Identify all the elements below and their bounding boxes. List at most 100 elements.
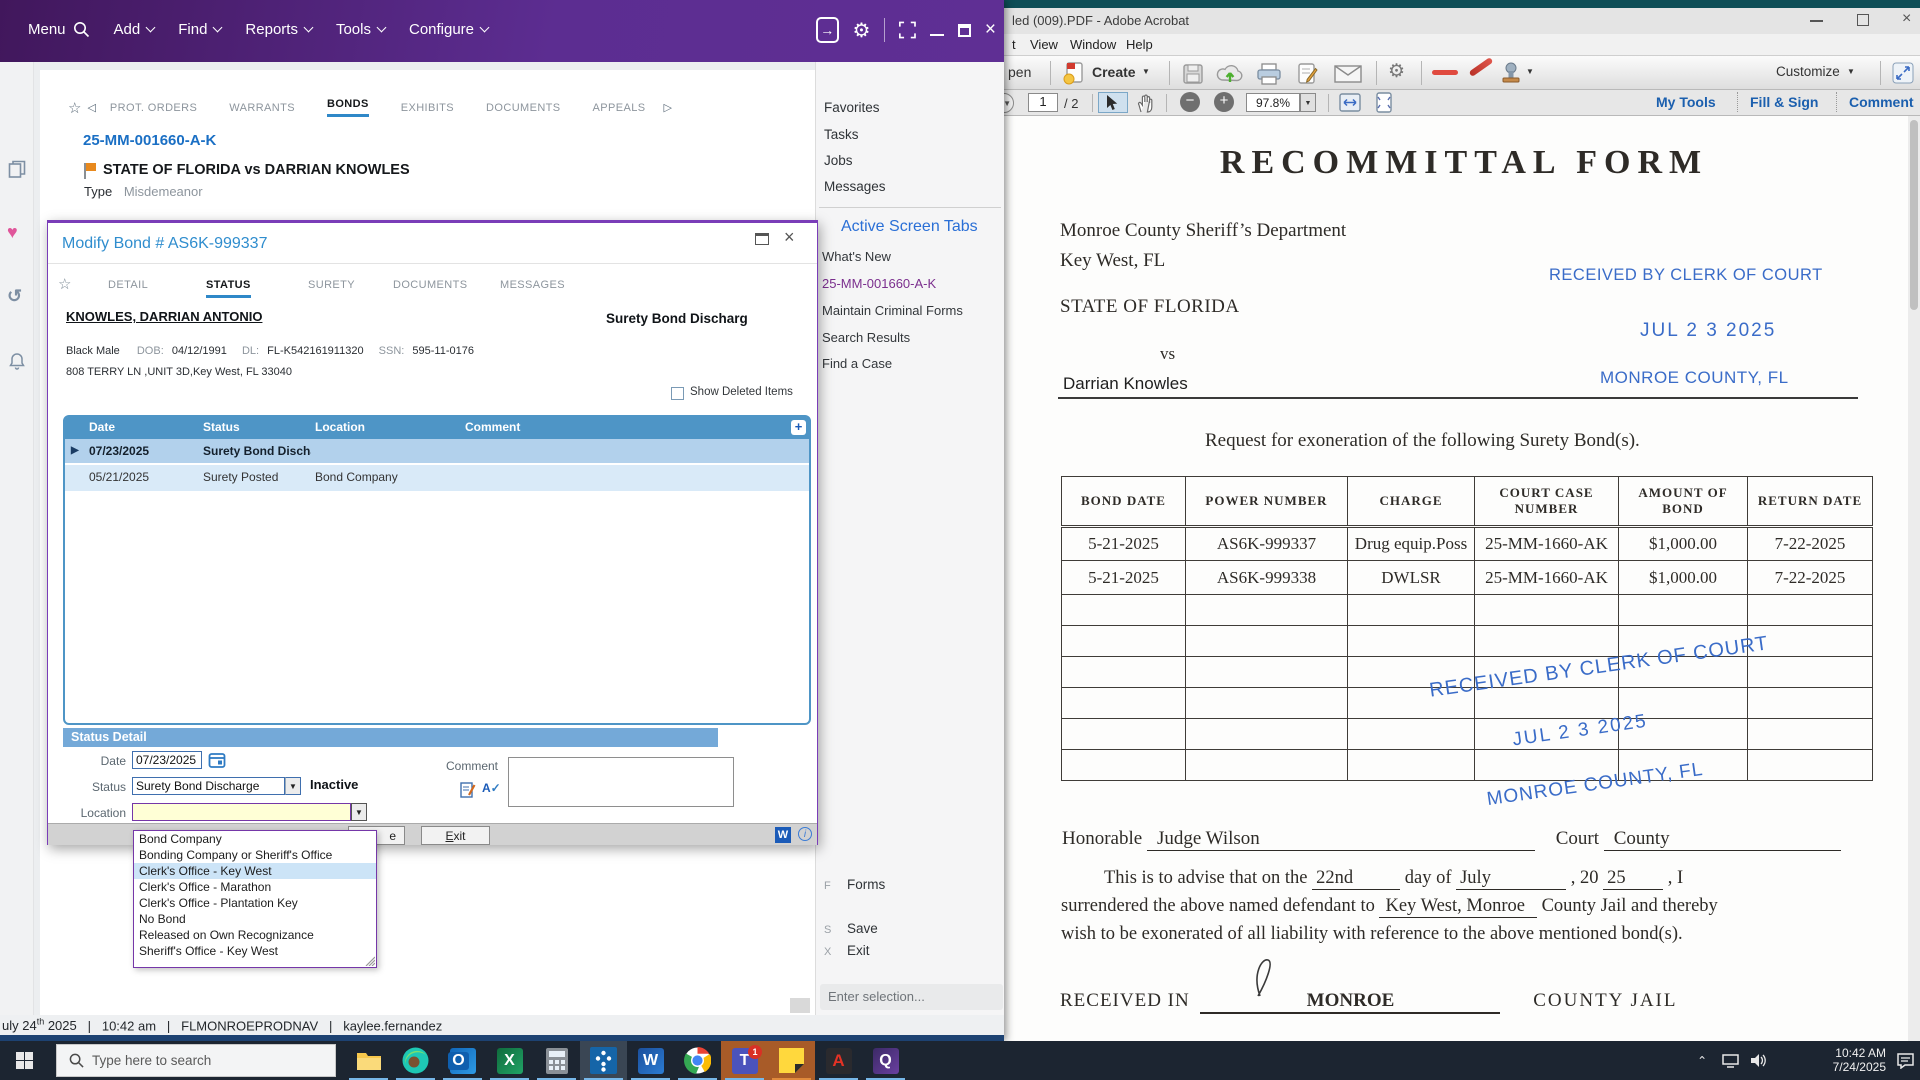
panel-my-tools[interactable]: My Tools	[1656, 94, 1716, 110]
dialog-tab-surety[interactable]: SURETY	[308, 279, 355, 291]
minimize-icon[interactable]	[1810, 20, 1823, 22]
email-icon[interactable]	[1334, 65, 1362, 83]
col-comment[interactable]: Comment	[465, 420, 520, 434]
menu-window[interactable]: Window	[1070, 37, 1116, 52]
save-icon[interactable]	[1182, 63, 1204, 85]
expand-icon[interactable]	[1892, 62, 1914, 84]
show-deleted-checkbox[interactable]	[671, 387, 684, 400]
close-icon[interactable]: ×	[1902, 10, 1911, 28]
dialog-tab-messages[interactable]: MESSAGES	[500, 279, 565, 291]
favorite-star-icon[interactable]: ☆	[68, 99, 81, 117]
stamp-icon[interactable]	[1500, 62, 1522, 86]
pencil-icon[interactable]	[1469, 57, 1494, 77]
panel-fill-sign[interactable]: Fill & Sign	[1750, 94, 1818, 110]
tab-warrants[interactable]: WARRANTS	[229, 102, 295, 114]
tab-prot-orders[interactable]: PROT. ORDERS	[110, 102, 197, 114]
menu-reports[interactable]: Reports	[245, 21, 312, 38]
table-row[interactable]: ▶ 07/23/2025 Surety Bond Discha	[65, 439, 809, 465]
dropdown-option[interactable]: Bonding Company or Sheriff's Office	[134, 847, 376, 863]
edit-note-icon[interactable]	[460, 781, 476, 799]
taskbar-case-app-active[interactable]	[580, 1041, 627, 1080]
exit-button[interactable]: Exit	[421, 826, 490, 845]
menu-add[interactable]: Add	[114, 21, 155, 38]
customize-button[interactable]: Customize	[1776, 64, 1840, 79]
calendar-icon[interactable]	[208, 751, 226, 769]
taskbar-file-explorer[interactable]	[345, 1041, 392, 1080]
heart-icon[interactable]: ♥	[7, 222, 18, 243]
screen-tab-maintain-criminal-forms[interactable]: Maintain Criminal Forms	[822, 303, 963, 318]
action-forms[interactable]: Forms	[847, 877, 885, 892]
dialog-restore-icon[interactable]	[755, 233, 769, 245]
select-tool[interactable]	[1098, 92, 1128, 113]
zoom-dropdown-icon[interactable]: ▼	[1300, 93, 1316, 112]
dropdown-option[interactable]: No Bond	[134, 911, 376, 927]
dialog-tab-detail[interactable]: DETAIL	[108, 279, 148, 291]
panel-comment[interactable]: Comment	[1849, 94, 1914, 110]
bell-icon[interactable]	[8, 352, 26, 370]
resize-grip-icon[interactable]	[363, 954, 375, 966]
col-status[interactable]: Status	[203, 420, 240, 434]
zoom-level-input[interactable]: 97.8%	[1246, 93, 1300, 112]
open-new-window-icon[interactable]: →	[816, 17, 839, 43]
tab-bonds[interactable]: BONDS	[327, 98, 369, 117]
case-number-link[interactable]: 25-MM-001660-A-K	[83, 132, 216, 149]
tray-volume-icon[interactable]	[1750, 1053, 1767, 1068]
screen-tab-search-results[interactable]: Search Results	[822, 330, 910, 345]
dropdown-option[interactable]: Clerk's Office - Plantation Key	[134, 895, 376, 911]
action-center-icon[interactable]	[1897, 1052, 1914, 1069]
dropdown-option-highlighted[interactable]: Clerk's Office - Key West	[134, 863, 376, 879]
menu-help[interactable]: Help	[1126, 37, 1153, 52]
action-exit[interactable]: Exit	[847, 943, 870, 958]
taskbar-chrome[interactable]	[674, 1041, 721, 1080]
taskbar-sticky-notes[interactable]	[768, 1041, 815, 1080]
tab-appeals[interactable]: APPEALS	[593, 102, 646, 114]
spellcheck-icon[interactable]: A✓	[482, 781, 501, 795]
print-icon[interactable]	[1256, 63, 1282, 85]
taskbar-calculator[interactable]	[533, 1041, 580, 1080]
tab-documents[interactable]: DOCUMENTS	[486, 102, 561, 114]
table-row[interactable]: 05/21/2025 Surety Posted Bond Company	[65, 465, 809, 491]
dialog-star-icon[interactable]: ☆	[58, 275, 71, 293]
add-row-button[interactable]: +	[791, 420, 806, 435]
taskbar-browser-app[interactable]	[392, 1041, 439, 1080]
minimize-icon[interactable]	[930, 34, 943, 37]
maximize-icon[interactable]	[1857, 14, 1869, 26]
tab-exhibits[interactable]: EXHIBITS	[401, 102, 454, 114]
tray-clock[interactable]: 10:42 AM 7/24/2025	[1806, 1046, 1886, 1074]
gear-icon[interactable]: ⚙	[1388, 60, 1405, 83]
gear-icon[interactable]: ⚙	[853, 18, 871, 43]
sidebar-item-messages[interactable]: Messages	[824, 179, 886, 194]
highlight-strike-icon[interactable]	[1432, 70, 1458, 75]
cloud-upload-icon[interactable]	[1216, 62, 1244, 86]
dropdown-option[interactable]: Sheriff's Office - Key West	[134, 943, 376, 959]
status-select-arrow-icon[interactable]: ▼	[285, 777, 301, 795]
taskbar-search-box[interactable]: Type here to search	[56, 1044, 336, 1077]
screen-tab-find-a-case[interactable]: Find a Case	[822, 356, 892, 371]
sidebar-item-jobs[interactable]: Jobs	[824, 153, 853, 168]
taskbar-word[interactable]: W	[627, 1041, 674, 1080]
comment-textarea[interactable]	[508, 757, 734, 807]
sidebar-item-tasks[interactable]: Tasks	[824, 127, 859, 142]
restore-icon[interactable]	[958, 24, 971, 37]
dropdown-option[interactable]: Released on Own Recognizance	[134, 927, 376, 943]
col-location[interactable]: Location	[315, 420, 365, 434]
fit-width-icon[interactable]	[1338, 92, 1362, 113]
status-select[interactable]: Surety Bond Discharge	[132, 777, 285, 795]
menu-find[interactable]: Find	[178, 21, 221, 38]
dialog-close-icon[interactable]: ×	[784, 227, 795, 248]
enter-selection-input[interactable]: Enter selection...	[820, 984, 1003, 1010]
fit-page-icon[interactable]	[1373, 92, 1395, 113]
dialog-tab-status[interactable]: STATUS	[206, 279, 251, 298]
start-button[interactable]	[0, 1041, 48, 1080]
taskbar-outlook[interactable]: O	[439, 1041, 486, 1080]
history-icon[interactable]: ↺	[7, 286, 22, 307]
screen-tab-case[interactable]: 25-MM-001660-A-K	[822, 276, 936, 291]
menu-tools[interactable]: Tools	[336, 21, 385, 38]
pdf-scrollbar[interactable]	[1908, 116, 1920, 1041]
taskbar-teams[interactable]: T 1	[721, 1041, 768, 1080]
copy-pages-icon[interactable]	[8, 160, 26, 178]
date-field[interactable]: 07/23/2025	[132, 751, 202, 769]
tabs-scroll-right-icon[interactable]: ▷	[664, 101, 672, 114]
info-icon[interactable]: i	[798, 827, 812, 841]
open-button-partial[interactable]: pen	[1008, 64, 1031, 80]
